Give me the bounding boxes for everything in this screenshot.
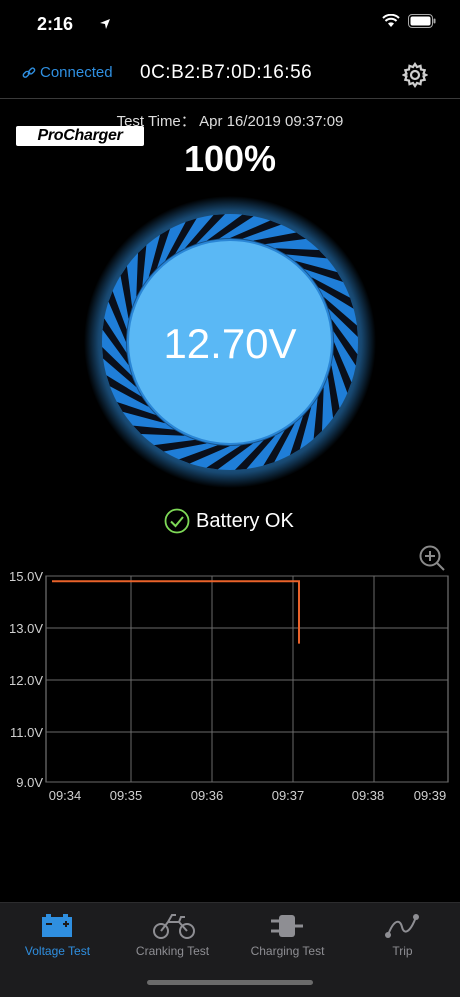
x-tick-label: 09:37 — [272, 788, 305, 803]
y-tick-label: 9.0V — [16, 775, 43, 790]
y-tick-label: 11.0V — [10, 725, 43, 740]
plug-icon — [271, 915, 303, 937]
battery-percent: 100% — [183, 138, 277, 179]
wifi-icon — [382, 14, 400, 27]
x-tick-label: 09:38 — [352, 788, 385, 803]
tab-label: Charging Test — [250, 944, 325, 958]
series-line — [52, 580, 300, 644]
check-circle-icon — [164, 508, 190, 534]
battery-ok-label: Battery OK — [196, 509, 294, 532]
x-tick-label: 09:34 — [49, 788, 82, 803]
connected-link[interactable]: Connected — [22, 64, 113, 81]
motorcycle-icon — [153, 914, 195, 939]
tab-trip[interactable]: Trip — [345, 903, 460, 963]
tab-label: Voltage Test — [24, 944, 91, 958]
tab-label: Trip — [392, 944, 413, 958]
y-tick-label: 13.0V — [9, 621, 43, 636]
tab-cranking-test[interactable]: Cranking Test — [115, 903, 230, 963]
y-tick-label: 12.0V — [9, 673, 43, 688]
home-indicator — [147, 980, 313, 985]
voltage-reading: 12.70V — [163, 320, 297, 367]
x-tick-label: 09:36 — [191, 788, 224, 803]
gear-icon[interactable] — [402, 62, 428, 88]
tab-charging-test[interactable]: Charging Test — [230, 903, 345, 963]
tab-label: Cranking Test — [135, 944, 210, 958]
battery-ok-status: Battery OK — [164, 508, 294, 534]
status-icons — [100, 14, 436, 29]
link-icon — [22, 66, 36, 78]
plot-frame — [45, 575, 449, 783]
header-divider — [0, 98, 460, 99]
battery-icon — [42, 914, 72, 937]
x-tick-label: 09:35 — [110, 788, 143, 803]
mac-address: 0C:B2:B7:0D:16:56 — [140, 62, 313, 83]
status-time: 2:16 — [37, 14, 74, 34]
voltage-chart: 15.0V 13.0V 12.0V 11.0V 9.0V 09:34 09:35 09:36 0… — [9, 569, 449, 803]
tab-voltage-test[interactable]: Voltage Test — [0, 903, 115, 963]
location-arrow-icon — [100, 19, 110, 29]
x-tick-label: 09:39 — [414, 788, 447, 803]
battery-status-icon — [408, 14, 436, 28]
connected-label: Connected — [40, 64, 113, 81]
y-tick-label: 15.0V — [9, 569, 43, 584]
route-icon — [385, 914, 419, 938]
